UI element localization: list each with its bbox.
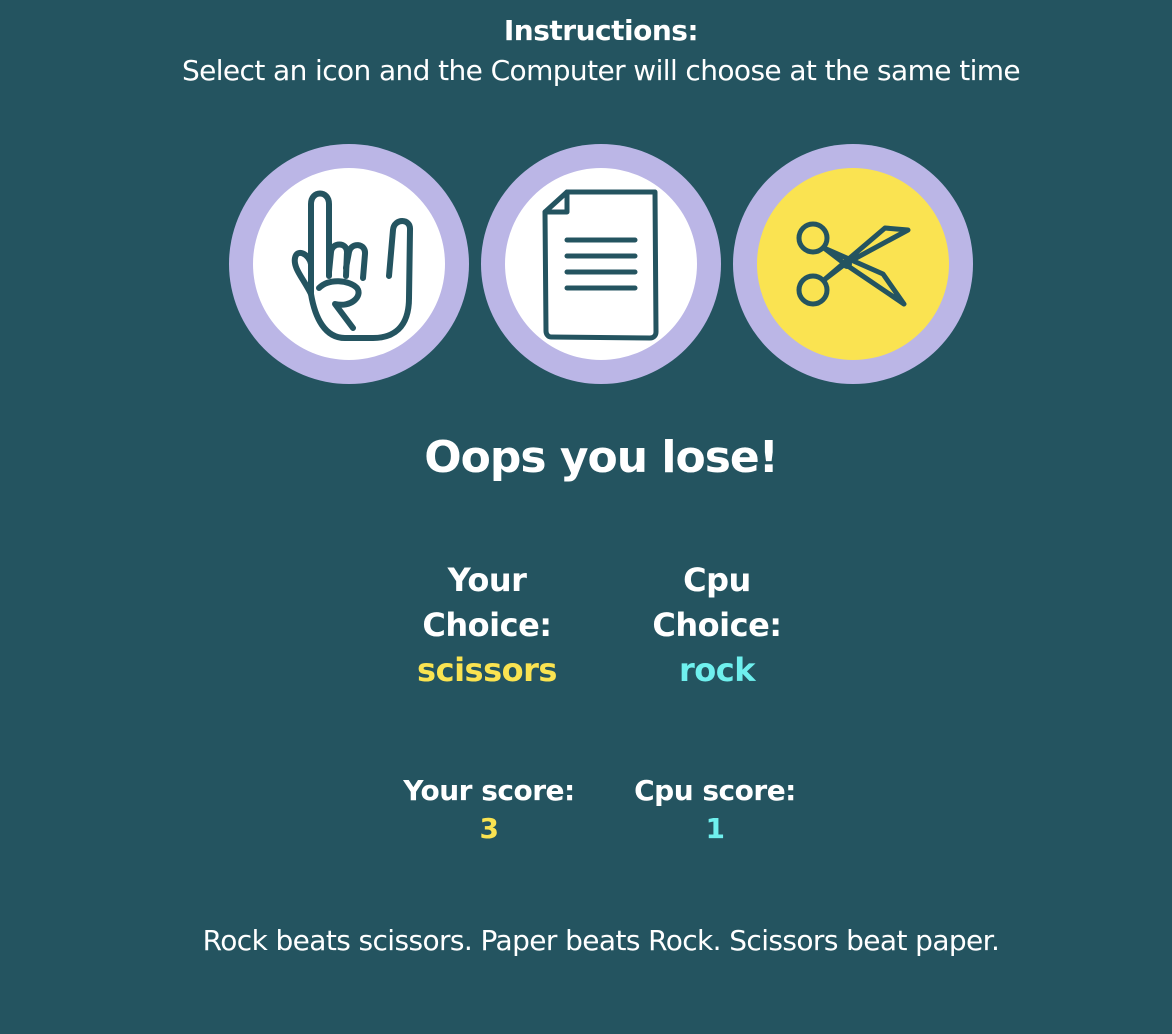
- cpu-choice-panel: Cpu Choice: rock: [617, 558, 817, 693]
- paper-document-icon: [542, 189, 659, 341]
- rock-button[interactable]: [229, 144, 469, 384]
- cpu-score-value: 1: [705, 812, 725, 845]
- cpu-score-panel: Cpu score: 1: [605, 772, 825, 848]
- your-choice-label-line2: Choice:: [422, 606, 552, 644]
- cpu-choice-value: rock: [678, 651, 756, 689]
- scissors-icon: [796, 221, 911, 307]
- your-choice-panel: Your Choice: scissors: [387, 558, 587, 693]
- your-score-panel: Your score: 3: [379, 772, 599, 848]
- result-message: Oops you lose!: [424, 432, 779, 483]
- rules-text: Rock beats scissors. Paper beats Rock. S…: [202, 924, 1000, 957]
- cpu-score-label: Cpu score:: [634, 774, 796, 807]
- your-score-value: 3: [479, 812, 499, 845]
- paper-button[interactable]: [481, 144, 721, 384]
- cpu-choice-label-line2: Choice:: [652, 606, 782, 644]
- game-page: Instructions: Select an icon and the Com…: [0, 0, 1172, 1034]
- instructions-title: Instructions:: [503, 14, 699, 47]
- your-choice-label-line1: Your: [447, 561, 527, 599]
- your-score-label: Your score:: [403, 774, 575, 807]
- cpu-choice-label-line1: Cpu: [683, 561, 751, 599]
- instructions-text: Select an icon and the Computer will cho…: [181, 54, 1021, 87]
- scissors-button[interactable]: [733, 144, 973, 384]
- rock-hand-icon: [291, 190, 413, 341]
- your-choice-value: scissors: [417, 651, 557, 689]
